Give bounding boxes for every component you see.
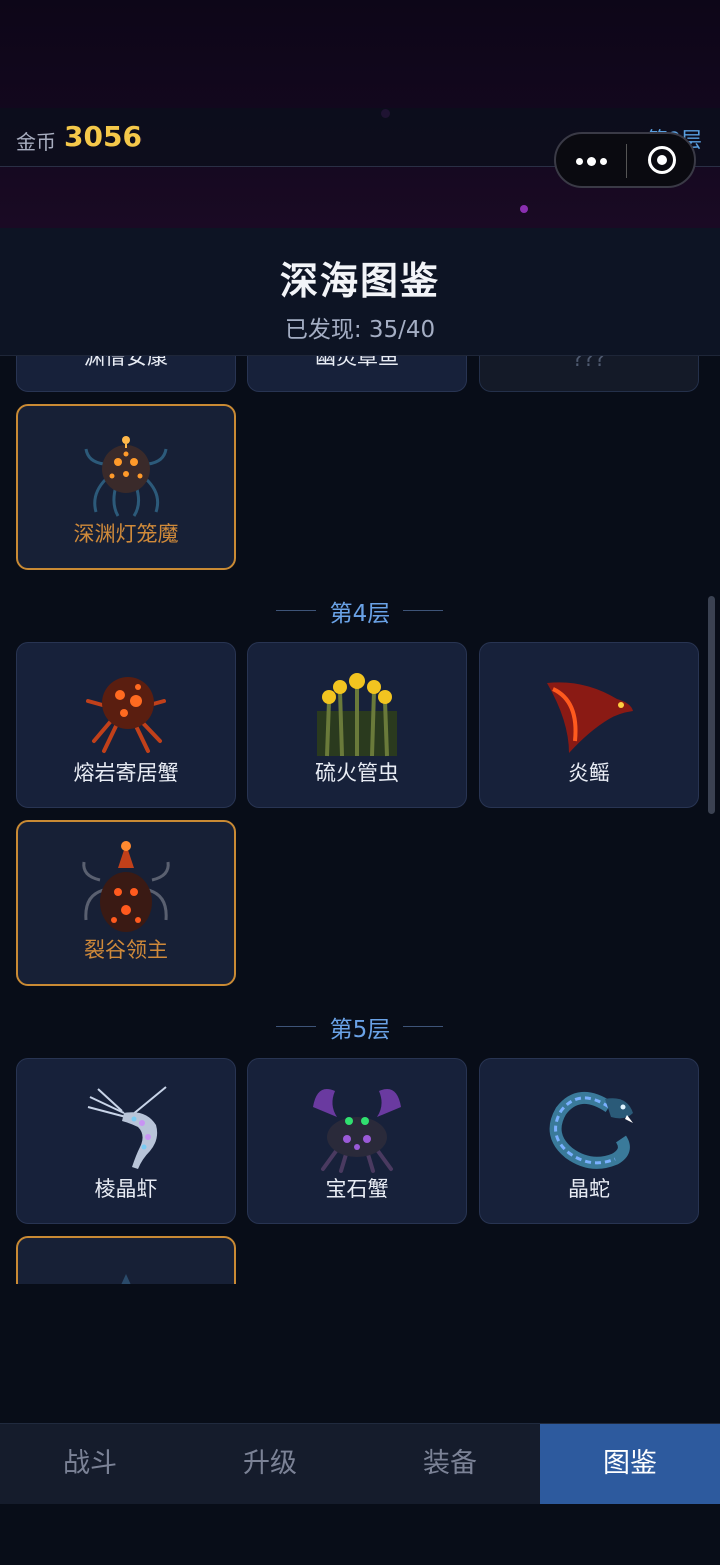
creature-card[interactable]: 晶蛇 (479, 1058, 699, 1224)
divider-line (403, 610, 443, 611)
creature-name: ??? (572, 356, 606, 371)
gem-crab-icon (313, 1089, 401, 1173)
divider-line (276, 1026, 316, 1027)
creature-card-undiscovered[interactable]: ??? (479, 356, 699, 392)
creature-card[interactable]: 炎鳐 (479, 642, 699, 808)
tab-bestiary[interactable]: 图鉴 (540, 1424, 720, 1504)
creature-card[interactable]: 宝石蟹 (247, 1058, 467, 1224)
close-target-icon[interactable] (648, 146, 676, 174)
bestiary-list[interactable]: 渊僧安康 幽灵章鱼 ??? 深渊灯笼魔 第4层 熔岩寄居蟹 硫火管虫 炎鳐 裂谷… (0, 356, 720, 1284)
discovered-count: 已发现: 35/40 (284, 317, 436, 343)
section-title: 第4层 (329, 601, 391, 627)
page-header: 深海图鉴 已发现: 35/40 (0, 228, 720, 356)
tab-equipment[interactable]: 装备 (360, 1424, 540, 1504)
lantern-demon-icon (84, 436, 168, 517)
creature-name: 晶蛇 (568, 1177, 610, 1201)
sulfur-tubeworm-icon (317, 673, 397, 757)
coin-value: 3056 (64, 120, 142, 153)
miniprogram-capsule (554, 132, 696, 188)
star-decoration (520, 205, 528, 213)
boss-name: 深渊灯笼魔 (73, 522, 179, 546)
creature-name: 熔岩寄居蟹 (73, 761, 179, 785)
flame-ray-icon (547, 682, 633, 753)
section-title: 第5层 (329, 1017, 391, 1043)
creature-name: 宝石蟹 (325, 1177, 389, 1201)
section-header-layer-4: 第4层 (0, 592, 720, 628)
coin-label: 金币 (16, 130, 56, 154)
creature-name: 渊僧安康 (84, 356, 168, 369)
scrollbar[interactable] (708, 596, 715, 814)
creature-card[interactable]: 棱晶虾 (16, 1058, 236, 1224)
boss-card[interactable]: 深渊灯笼魔 (16, 404, 236, 570)
creature-card[interactable]: 幽灵章鱼 (247, 356, 467, 392)
section-header-layer-5: 第5层 (0, 1008, 720, 1044)
creature-name: 炎鳐 (568, 761, 610, 785)
rift-lord-icon (82, 841, 170, 932)
creature-card[interactable]: 硫火管虫 (247, 642, 467, 808)
lava-hermit-crab-icon (86, 677, 166, 753)
boss-name: 裂谷领主 (84, 938, 168, 962)
page-title: 深海图鉴 (279, 259, 440, 303)
creature-name: 棱晶虾 (94, 1177, 158, 1201)
tab-battle[interactable]: 战斗 (0, 1424, 180, 1504)
creature-name: 硫火管虫 (315, 761, 399, 785)
capsule-divider (626, 144, 627, 178)
more-icon[interactable] (574, 146, 608, 174)
prism-shrimp-icon (87, 1086, 167, 1169)
creature-card[interactable]: 渊僧安康 (16, 356, 236, 392)
crystal-golem-icon (106, 1274, 146, 1284)
boss-card[interactable]: 裂谷领主 (16, 820, 236, 986)
divider-line (276, 610, 316, 611)
boss-card[interactable] (16, 1236, 236, 1284)
divider-line (403, 1026, 443, 1027)
creature-card[interactable]: 熔岩寄居蟹 (16, 642, 236, 808)
bottom-tab-bar: 战斗 升级 装备 图鉴 (0, 1423, 720, 1504)
tab-upgrade[interactable]: 升级 (180, 1424, 360, 1504)
crystal-serpent-icon (549, 1092, 633, 1169)
creature-name: 幽灵章鱼 (315, 356, 399, 369)
